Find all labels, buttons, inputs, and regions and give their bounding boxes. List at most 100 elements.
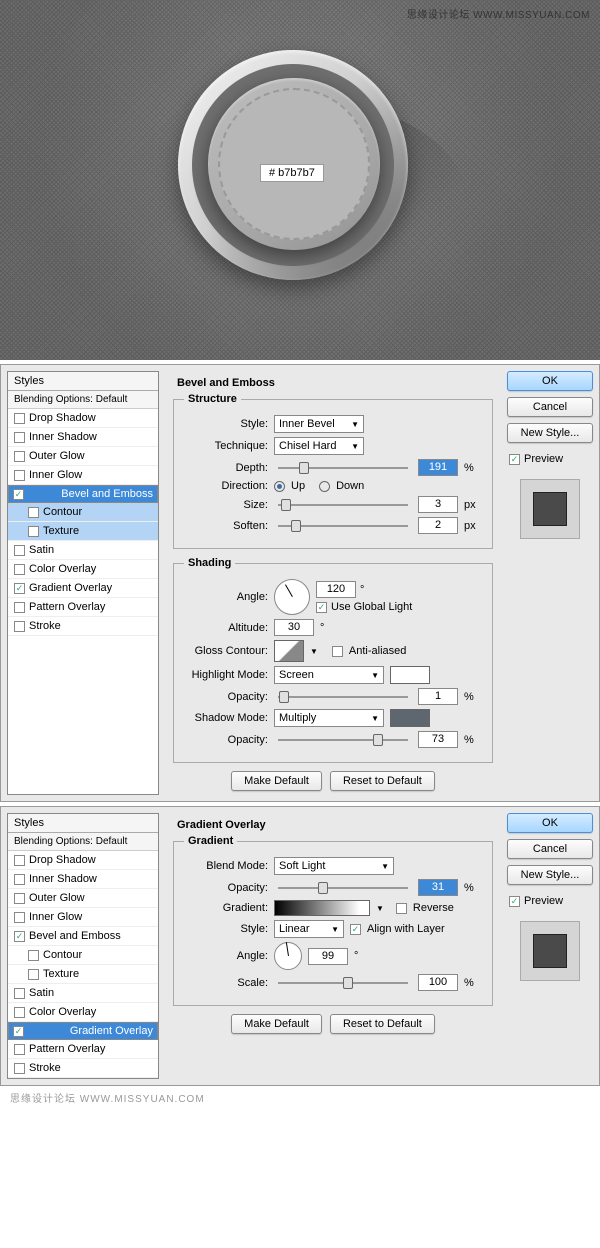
style-outer-glow[interactable]: Outer Glow (8, 889, 158, 908)
checkbox[interactable] (14, 931, 25, 942)
highlight-color-swatch[interactable] (390, 666, 430, 684)
cancel-button[interactable]: Cancel (507, 839, 593, 859)
align-checkbox[interactable] (350, 924, 361, 935)
ok-button[interactable]: OK (507, 813, 593, 833)
angle-input[interactable]: 99 (308, 948, 348, 965)
technique-select[interactable]: Chisel Hard▼ (274, 437, 364, 455)
checkbox[interactable] (14, 545, 25, 556)
checkbox[interactable] (28, 950, 39, 961)
style-pattern-overlay[interactable]: Pattern Overlay (8, 598, 158, 617)
opacity-input[interactable]: 31 (418, 879, 458, 896)
style-drop-shadow[interactable]: Drop Shadow (8, 851, 158, 870)
reset-default-button[interactable]: Reset to Default (330, 1014, 435, 1034)
checkbox[interactable] (14, 621, 25, 632)
angle-dial[interactable] (274, 579, 310, 615)
style-drop-shadow[interactable]: Drop Shadow (8, 409, 158, 428)
checkbox[interactable] (14, 583, 25, 594)
checkbox[interactable] (14, 602, 25, 613)
anti-aliased-checkbox[interactable] (332, 646, 343, 657)
reverse-checkbox[interactable] (396, 903, 407, 914)
style-bevel-emboss[interactable]: Bevel and Emboss (8, 485, 158, 503)
checkbox[interactable] (28, 969, 39, 980)
checkbox[interactable] (14, 1007, 25, 1018)
style-color-overlay[interactable]: Color Overlay (8, 560, 158, 579)
chevron-down-icon[interactable]: ▼ (376, 904, 384, 913)
style-color-overlay[interactable]: Color Overlay (8, 1003, 158, 1022)
new-style-button[interactable]: New Style... (507, 865, 593, 885)
reset-default-button[interactable]: Reset to Default (330, 771, 435, 791)
style-satin[interactable]: Satin (8, 541, 158, 560)
blend-label: Blend Mode: (184, 860, 268, 872)
gloss-contour-swatch[interactable] (274, 640, 304, 662)
shadow-color-swatch[interactable] (390, 709, 430, 727)
shadow-opacity-input[interactable]: 73 (418, 731, 458, 748)
make-default-button[interactable]: Make Default (231, 1014, 322, 1034)
blend-mode-select[interactable]: Soft Light▼ (274, 857, 394, 875)
style-select[interactable]: Inner Bevel▼ (274, 415, 364, 433)
make-default-button[interactable]: Make Default (231, 771, 322, 791)
opacity-slider[interactable] (278, 881, 408, 895)
checkbox[interactable] (14, 470, 25, 481)
ok-button[interactable]: OK (507, 371, 593, 391)
style-pattern-overlay[interactable]: Pattern Overlay (8, 1040, 158, 1059)
blending-options[interactable]: Blending Options: Default (8, 833, 158, 851)
checkbox[interactable] (14, 451, 25, 462)
checkbox[interactable] (14, 855, 25, 866)
down-radio[interactable] (319, 481, 330, 492)
angle-dial[interactable] (274, 942, 302, 970)
style-inner-shadow[interactable]: Inner Shadow (8, 428, 158, 447)
size-input[interactable]: 3 (418, 496, 458, 513)
new-style-button[interactable]: New Style... (507, 423, 593, 443)
highlight-mode-select[interactable]: Screen▼ (274, 666, 384, 684)
checkbox[interactable] (13, 489, 24, 500)
style-contour[interactable]: Contour (8, 946, 158, 965)
style-outer-glow[interactable]: Outer Glow (8, 447, 158, 466)
checkbox[interactable] (14, 988, 25, 999)
style-stroke[interactable]: Stroke (8, 617, 158, 636)
style-texture[interactable]: Texture (8, 522, 158, 541)
style-inner-glow[interactable]: Inner Glow (8, 466, 158, 485)
checkbox[interactable] (14, 1063, 25, 1074)
style-inner-glow[interactable]: Inner Glow (8, 908, 158, 927)
soften-slider[interactable] (278, 519, 408, 533)
checkbox[interactable] (14, 874, 25, 885)
checkbox[interactable] (14, 564, 25, 575)
depth-input[interactable]: 191 (418, 459, 458, 476)
preview-checkbox[interactable] (509, 454, 520, 465)
chevron-down-icon[interactable]: ▼ (310, 647, 318, 656)
style-bevel-emboss[interactable]: Bevel and Emboss (8, 927, 158, 946)
shadow-opacity-slider[interactable] (278, 733, 408, 747)
style-contour[interactable]: Contour (8, 503, 158, 522)
scale-slider[interactable] (278, 976, 408, 990)
global-light-checkbox[interactable] (316, 602, 327, 613)
style-texture[interactable]: Texture (8, 965, 158, 984)
blending-options[interactable]: Blending Options: Default (8, 391, 158, 409)
scale-input[interactable]: 100 (418, 974, 458, 991)
checkbox[interactable] (13, 1026, 24, 1037)
gradient-picker[interactable] (274, 900, 370, 916)
checkbox[interactable] (14, 912, 25, 923)
checkbox[interactable] (28, 526, 39, 537)
shadow-mode-select[interactable]: Multiply▼ (274, 709, 384, 727)
checkbox[interactable] (14, 893, 25, 904)
soften-input[interactable]: 2 (418, 517, 458, 534)
highlight-opacity-slider[interactable] (278, 690, 408, 704)
grad-style-select[interactable]: Linear▼ (274, 920, 344, 938)
style-stroke[interactable]: Stroke (8, 1059, 158, 1078)
style-inner-shadow[interactable]: Inner Shadow (8, 870, 158, 889)
style-gradient-overlay[interactable]: Gradient Overlay (8, 1022, 158, 1040)
highlight-opacity-input[interactable]: 1 (418, 688, 458, 705)
checkbox[interactable] (28, 507, 39, 518)
altitude-input[interactable]: 30 (274, 619, 314, 636)
cancel-button[interactable]: Cancel (507, 397, 593, 417)
checkbox[interactable] (14, 413, 25, 424)
preview-checkbox[interactable] (509, 896, 520, 907)
checkbox[interactable] (14, 1044, 25, 1055)
style-gradient-overlay[interactable]: Gradient Overlay (8, 579, 158, 598)
up-radio[interactable] (274, 481, 285, 492)
angle-input[interactable]: 120 (316, 581, 356, 598)
style-satin[interactable]: Satin (8, 984, 158, 1003)
depth-slider[interactable] (278, 461, 408, 475)
size-slider[interactable] (278, 498, 408, 512)
checkbox[interactable] (14, 432, 25, 443)
